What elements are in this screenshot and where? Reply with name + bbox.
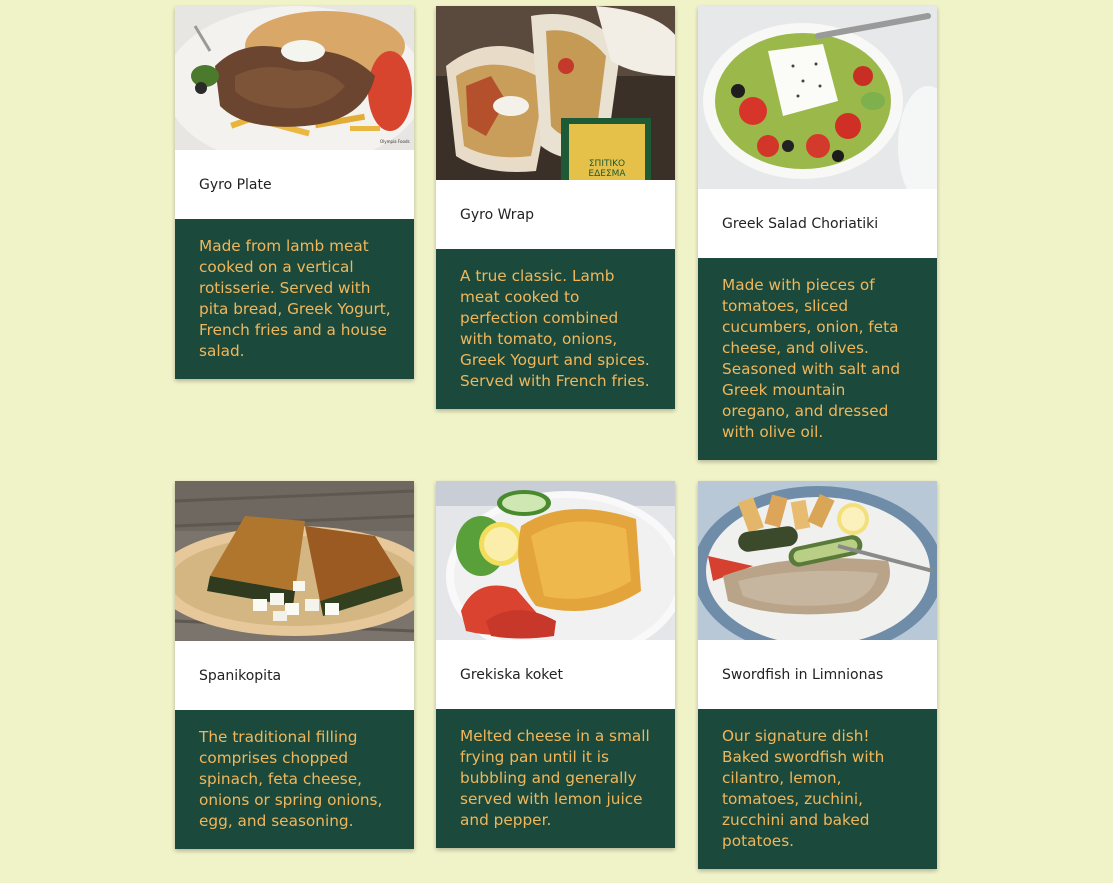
card-description: A true classic. Lamb meat cooked to perf… (436, 249, 675, 409)
card-description: Melted cheese in a small frying pan unti… (436, 709, 675, 848)
menu-card-swordfish[interactable]: Swordfish in Limnionas Our signature dis… (698, 481, 937, 869)
card-title: Gyro Plate (199, 176, 272, 193)
gyro-plate-photo: Olympia Foods (175, 6, 414, 150)
card-title: Grekiska koket (460, 666, 563, 683)
photo-watermark: Olympia Foods (380, 139, 410, 144)
card-description: Our signature dish! Baked swordfish with… (698, 709, 937, 869)
photo-sign-line-1: ΣΠΙΤΙΚΟ (589, 159, 625, 169)
menu-card-gyro-plate[interactable]: Olympia Foods Gyro Plate Made from lamb … (175, 6, 414, 379)
card-title: Spanikopita (199, 667, 282, 684)
menu-card-spanikopita[interactable]: Spanikopita The traditional filling comp… (175, 481, 414, 849)
card-description: Made with pieces of tomatoes, sliced cuc… (698, 258, 937, 460)
gyro-wrap-photo: ΣΠΙΤΙΚΟ ΕΔΕΣΜΑ (436, 6, 675, 180)
grekiska-koket-photo (436, 481, 675, 640)
card-description: The traditional filling comprises choppe… (175, 710, 414, 849)
card-title: Gyro Wrap (460, 206, 535, 223)
menu-card-grekiska-koket[interactable]: Grekiska koket Melted cheese in a small … (436, 481, 675, 848)
card-description: Made from lamb meat cooked on a vertical… (175, 219, 414, 379)
swordfish-photo (698, 481, 937, 640)
menu-card-gyro-wrap[interactable]: ΣΠΙΤΙΚΟ ΕΔΕΣΜΑ Gyro Wrap A true classic.… (436, 6, 675, 409)
menu-card-greek-salad[interactable]: Greek Salad Choriatiki Made with pieces … (698, 6, 937, 460)
card-title: Swordfish in Limnionas (722, 666, 884, 683)
photo-sign-line-2: ΕΔΕΣΜΑ (588, 169, 626, 179)
card-title: Greek Salad Choriatiki (722, 215, 879, 232)
greek-salad-photo (698, 6, 937, 189)
spanikopita-photo (175, 481, 414, 641)
